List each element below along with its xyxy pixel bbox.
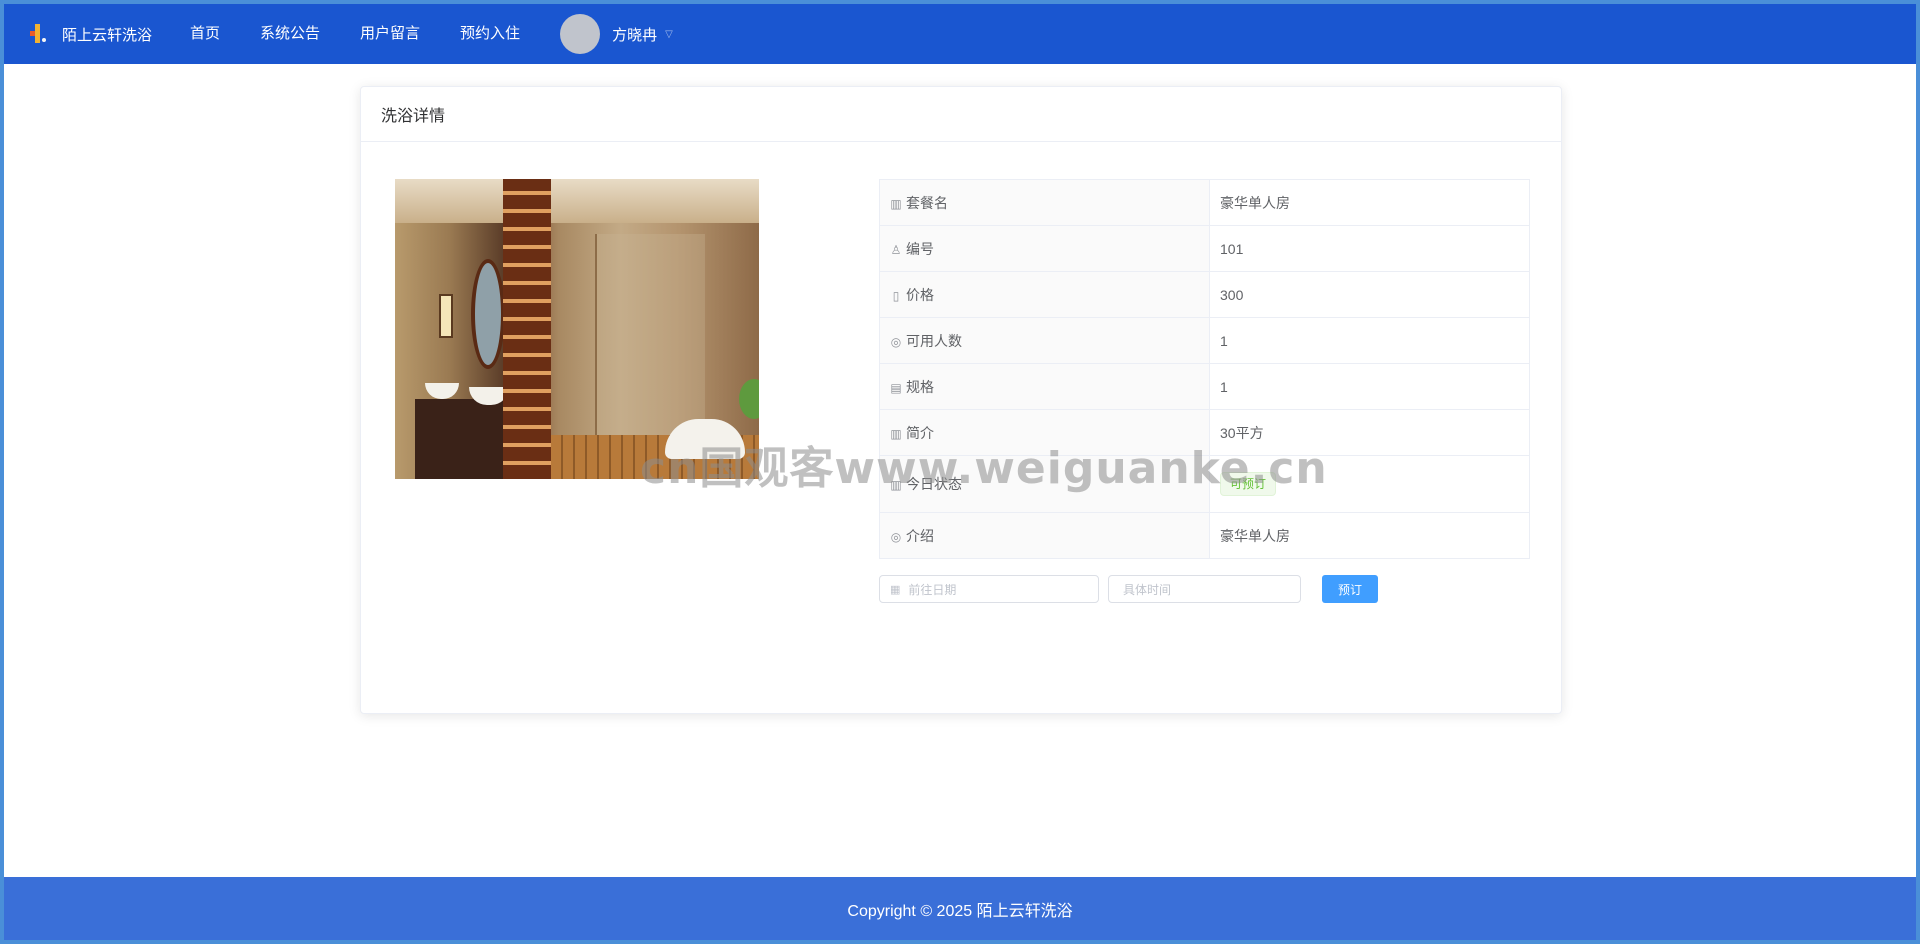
detail-label: 简介 [906, 424, 934, 441]
mobile-phone-icon: ▯ [892, 288, 900, 303]
tickets-icon: ▤ [890, 380, 902, 395]
detail-card: 洗浴详情 ▥ 套餐名 豪华单人房 ♙ 编号 101 ▯ 价格 300 ◎ 可用人… [360, 86, 1562, 714]
footer-copyright: Copyright © 2025 陌上云轩洗浴 [847, 902, 1073, 920]
book-button[interactable]: 预订 [1322, 575, 1378, 603]
detail-value: 1 [1209, 363, 1530, 410]
nav-item-messages[interactable]: 用户留言 [340, 4, 440, 64]
user-name: 方晓冉 [612, 26, 658, 44]
detail-label: 编号 [906, 240, 934, 257]
detail-value: 1 [1209, 317, 1530, 364]
status-badge: 可预订 [1220, 472, 1277, 496]
chevron-down-icon[interactable]: ▽ [665, 29, 673, 40]
logo-icon [28, 23, 50, 45]
detail-value: 101 [1209, 225, 1530, 272]
footer: Copyright © 2025 陌上云轩洗浴 [4, 877, 1916, 940]
detail-row: ▯ 价格 300 [879, 271, 1530, 318]
detail-label: 今日状态 [906, 476, 962, 492]
brand[interactable]: 陌上云轩洗浴 [28, 23, 170, 45]
nav-item-booking[interactable]: 预约入住 [440, 4, 540, 64]
date-picker[interactable]: ▦ 前往日期 [879, 575, 1099, 603]
office-building-icon: ▥ [890, 196, 902, 211]
location-icon: ◎ [890, 334, 902, 349]
card-title: 洗浴详情 [361, 87, 1561, 142]
detail-row: ▤ 规格 1 [879, 363, 1530, 410]
detail-row: ♙ 编号 101 [879, 225, 1530, 272]
office-building-icon: ▥ [890, 478, 902, 492]
detail-row: ◎ 可用人数 1 [879, 317, 1530, 364]
details-table: ▥ 套餐名 豪华单人房 ♙ 编号 101 ▯ 价格 300 ◎ 可用人数 1 ▤ 规格 1… [879, 179, 1530, 559]
detail-row: ◎ 介绍 豪华单人房 [879, 512, 1530, 559]
brand-name: 陌上云轩洗浴 [62, 26, 153, 44]
calendar-icon: ▦ [890, 583, 901, 596]
time-input[interactable]: 具体时间 [1108, 575, 1301, 603]
nav-item-home[interactable]: 首页 [170, 4, 240, 64]
detail-value: 豪华单人房 [1209, 179, 1530, 226]
top-navbar: 陌上云轩洗浴 首页 系统公告 用户留言 预约入住 方晓冉 ▽ [4, 4, 1916, 64]
detail-label: 价格 [906, 286, 934, 303]
user-menu[interactable]: 方晓冉 ▽ [560, 14, 673, 54]
detail-row: ▥ 套餐名 豪华单人房 [879, 179, 1530, 226]
app-window: 陌上云轩洗浴 首页 系统公告 用户留言 预约入住 方晓冉 ▽ 洗浴详情 ▥ 套餐… [4, 4, 1916, 940]
date-placeholder: 前往日期 [908, 582, 957, 597]
user-icon: ♙ [890, 242, 902, 257]
detail-row: ▥ 简介 30平方 [879, 409, 1530, 456]
detail-label: 规格 [906, 378, 934, 395]
time-placeholder: 具体时间 [1123, 582, 1172, 597]
location-icon: ◎ [890, 529, 902, 544]
detail-value: 豪华单人房 [1209, 512, 1530, 559]
office-building-icon: ▥ [890, 426, 902, 441]
detail-label: 可用人数 [906, 332, 962, 349]
nav-item-announcements[interactable]: 系统公告 [240, 4, 340, 64]
room-photo [395, 179, 759, 479]
detail-label: 套餐名 [906, 194, 948, 211]
detail-label: 介绍 [906, 527, 934, 544]
main-nav: 首页 系统公告 用户留言 预约入住 [170, 4, 540, 64]
avatar[interactable] [560, 14, 601, 54]
detail-value: 300 [1209, 271, 1530, 318]
detail-row: ▥ 今日状态 可预订 [879, 455, 1530, 513]
detail-value: 30平方 [1209, 409, 1530, 456]
